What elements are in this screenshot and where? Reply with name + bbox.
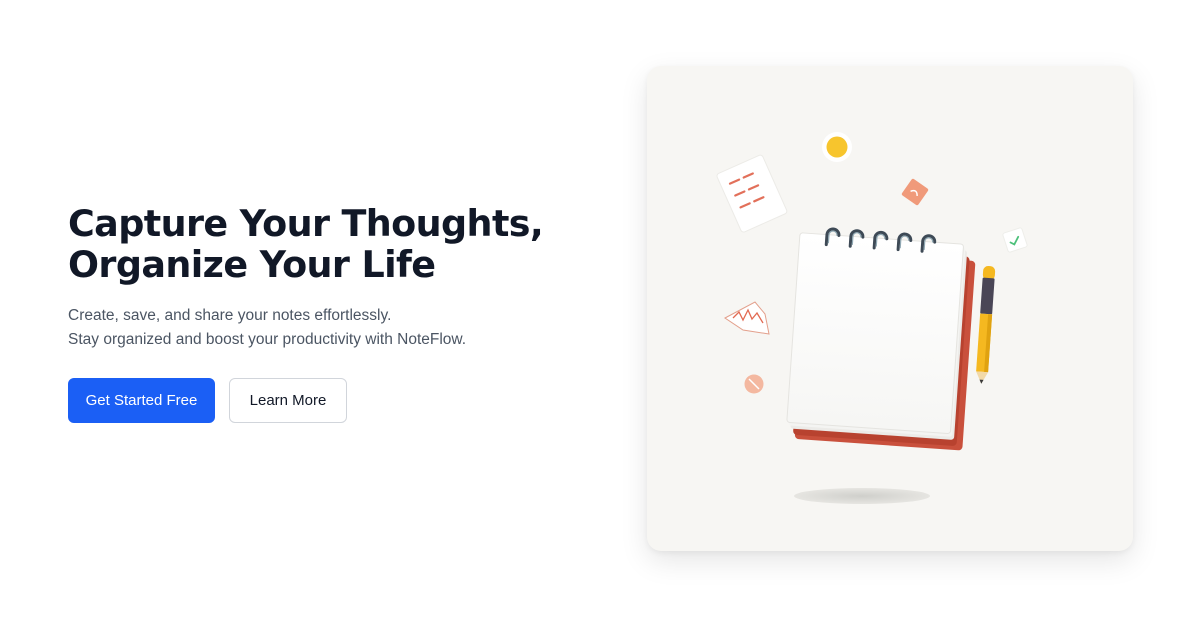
hero-headline-line-2: Organize Your Life xyxy=(68,243,436,286)
check-note-icon xyxy=(1002,227,1028,253)
hero-illustration-card xyxy=(647,66,1133,551)
hero-text-block: Capture Your Thoughts, Organize Your Lif… xyxy=(68,203,588,352)
ground-shadow xyxy=(794,488,930,504)
landing-page: Capture Your Thoughts, Organize Your Lif… xyxy=(0,0,1200,630)
learn-more-button[interactable]: Learn More xyxy=(229,378,347,423)
peach-badge-icon xyxy=(744,374,764,394)
orange-tag-icon xyxy=(901,178,929,206)
pencil-icon xyxy=(976,265,996,384)
list-note-icon xyxy=(716,154,788,233)
hero-subtext: Create, save, and share your notes effor… xyxy=(68,304,588,352)
notebook-illustration xyxy=(716,132,1028,504)
hero-subtext-line-1: Create, save, and share your notes effor… xyxy=(68,307,392,324)
chart-paper-icon xyxy=(724,301,770,335)
sun-icon xyxy=(822,132,852,162)
cta-button-row: Get Started Free Learn More xyxy=(68,378,347,423)
hero-subtext-line-2: Stay organized and boost your productivi… xyxy=(68,331,467,348)
notebook-icon xyxy=(786,227,976,451)
hero-headline: Capture Your Thoughts, Organize Your Lif… xyxy=(68,203,588,285)
get-started-button[interactable]: Get Started Free xyxy=(68,378,215,423)
hero-headline-line-1: Capture Your Thoughts, xyxy=(68,202,544,245)
